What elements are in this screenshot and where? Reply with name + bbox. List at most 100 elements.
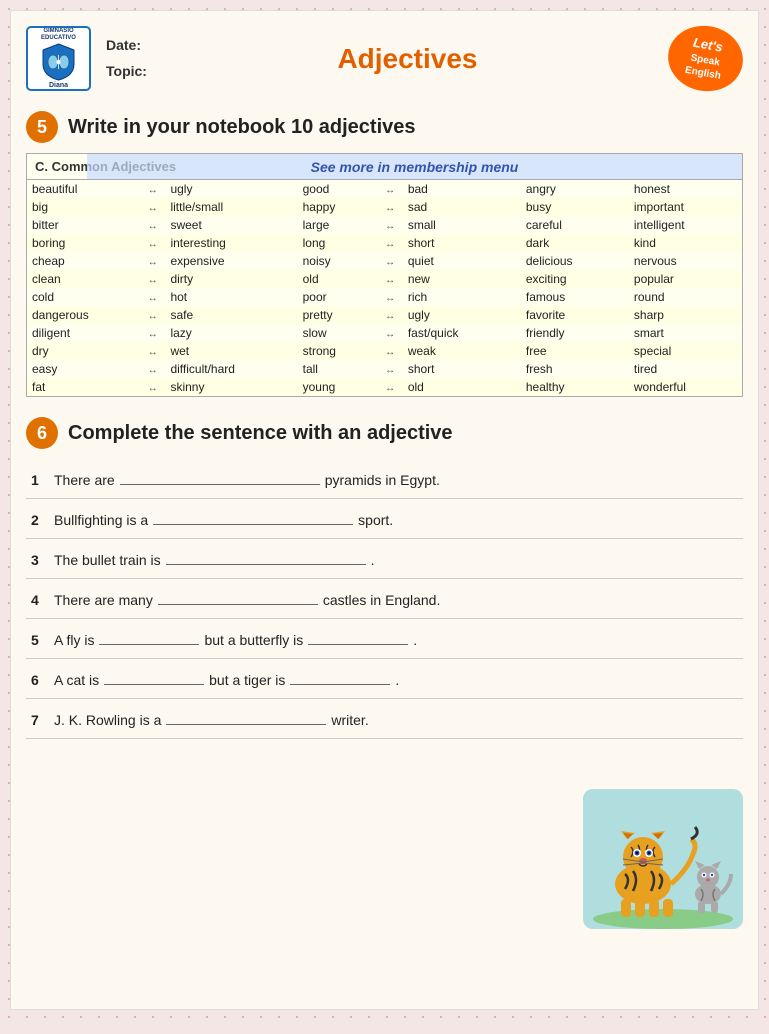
adj-word: new bbox=[403, 270, 516, 288]
table-row: boring↔interestinglong↔shortdarkkind bbox=[27, 234, 742, 252]
date-label: Date: bbox=[106, 33, 147, 58]
answer-blank[interactable] bbox=[99, 629, 199, 645]
adj-word: good bbox=[293, 180, 378, 198]
table-row: fat↔skinnyyoung↔oldhealthywonderful bbox=[27, 378, 742, 396]
arrow-icon: ↔ bbox=[140, 288, 165, 306]
exercise-item: 6A cat is but a tiger is . bbox=[26, 659, 743, 699]
arrow-icon: ↔ bbox=[140, 216, 165, 234]
section6-number: 6 bbox=[26, 417, 58, 449]
adj-word: interesting bbox=[165, 234, 292, 252]
adj-word: wonderful bbox=[629, 378, 742, 396]
adj-word: difficult/hard bbox=[165, 360, 292, 378]
table-row: easy↔difficult/hardtall↔shortfreshtired bbox=[27, 360, 742, 378]
adj-word: skinny bbox=[165, 378, 292, 396]
answer-blank[interactable] bbox=[153, 509, 353, 525]
adj-word: careful bbox=[516, 216, 629, 234]
adj-word: dry bbox=[27, 342, 140, 360]
logo-shield-icon bbox=[41, 42, 76, 82]
adj-word: busy bbox=[516, 198, 629, 216]
adj-word: tall bbox=[293, 360, 378, 378]
question-text-after: castles in England. bbox=[323, 592, 441, 608]
adj-word: dark bbox=[516, 234, 629, 252]
question-text-before: Bullfighting is a bbox=[54, 512, 148, 528]
question-text-before: A fly is bbox=[54, 632, 94, 648]
arrow-icon: ↔ bbox=[377, 180, 402, 198]
adj-word: strong bbox=[293, 342, 378, 360]
section6-header: 6 Complete the sentence with an adjectiv… bbox=[26, 417, 743, 449]
adj-word: tired bbox=[629, 360, 742, 378]
table-row: dry↔wetstrong↔weakfreespecial bbox=[27, 342, 742, 360]
adj-word: free bbox=[516, 342, 629, 360]
arrow-icon: ↔ bbox=[377, 324, 402, 342]
table-row: cheap↔expensivenoisy↔quietdeliciousnervo… bbox=[27, 252, 742, 270]
arrow-icon: ↔ bbox=[140, 378, 165, 396]
question-text-after: writer. bbox=[331, 712, 368, 728]
question-number: 2 bbox=[31, 512, 49, 528]
table-row: bitter↔sweetlarge↔smallcarefulintelligen… bbox=[27, 216, 742, 234]
adj-word: exciting bbox=[516, 270, 629, 288]
logo-top-text: GIMNASIOEDUCATIVO bbox=[41, 28, 76, 41]
question-text-after: . bbox=[371, 552, 375, 568]
adj-word: slow bbox=[293, 324, 378, 342]
question-text-before: J. K. Rowling is a bbox=[54, 712, 161, 728]
answer-blank-2[interactable] bbox=[308, 629, 408, 645]
question-number: 4 bbox=[31, 592, 49, 608]
table-row: cold↔hotpoor↔richfamousround bbox=[27, 288, 742, 306]
exercises-container: 1There are pyramids in Egypt.2Bullfighti… bbox=[26, 459, 743, 739]
answer-blank[interactable] bbox=[166, 549, 366, 565]
answer-blank-2[interactable] bbox=[290, 669, 390, 685]
answer-blank[interactable] bbox=[104, 669, 204, 685]
arrow-icon: ↔ bbox=[377, 342, 402, 360]
adj-word: ugly bbox=[403, 306, 516, 324]
adj-word: sad bbox=[403, 198, 516, 216]
adj-word: expensive bbox=[165, 252, 292, 270]
question-text-after: pyramids in Egypt. bbox=[325, 472, 440, 488]
tiger-container bbox=[583, 789, 743, 929]
adj-word: weak bbox=[403, 342, 516, 360]
table-row: dangerous↔safepretty↔uglyfavoritesharp bbox=[27, 306, 742, 324]
arrow-icon: ↔ bbox=[377, 270, 402, 288]
logo-name: Diana bbox=[49, 82, 68, 89]
adj-word: dangerous bbox=[27, 306, 140, 324]
lets-speak-badge: Let's Speak English bbox=[663, 20, 748, 97]
adj-word: nervous bbox=[629, 252, 742, 270]
adj-word: safe bbox=[165, 306, 292, 324]
question-text-after: . bbox=[413, 632, 417, 648]
exercise-item: 7J. K. Rowling is a writer. bbox=[26, 699, 743, 739]
adj-word: sharp bbox=[629, 306, 742, 324]
answer-blank[interactable] bbox=[166, 709, 326, 725]
adj-word: poor bbox=[293, 288, 378, 306]
arrow-icon: ↔ bbox=[377, 378, 402, 396]
adj-word: little/small bbox=[165, 198, 292, 216]
adj-word: diligent bbox=[27, 324, 140, 342]
adj-word: round bbox=[629, 288, 742, 306]
question-number: 3 bbox=[31, 552, 49, 568]
adj-word: young bbox=[293, 378, 378, 396]
table-row: diligent↔lazyslow↔fast/quickfriendlysmar… bbox=[27, 324, 742, 342]
adj-word: beautiful bbox=[27, 180, 140, 198]
adj-word: delicious bbox=[516, 252, 629, 270]
adj-word: friendly bbox=[516, 324, 629, 342]
adj-word: sweet bbox=[165, 216, 292, 234]
question-number: 6 bbox=[31, 672, 49, 688]
answer-blank[interactable] bbox=[120, 469, 320, 485]
table-row: beautiful↔uglygood↔badangryhonest bbox=[27, 180, 742, 198]
adj-word: short bbox=[403, 360, 516, 378]
adj-word: small bbox=[403, 216, 516, 234]
adj-word: ugly bbox=[165, 180, 292, 198]
adjectives-table: beautiful↔uglygood↔badangryhonestbig↔lit… bbox=[27, 180, 742, 396]
answer-blank[interactable] bbox=[158, 589, 318, 605]
adj-word: famous bbox=[516, 288, 629, 306]
question-text-before: The bullet train is bbox=[54, 552, 161, 568]
page-title: Adjectives bbox=[147, 43, 668, 75]
arrow-icon: ↔ bbox=[377, 252, 402, 270]
date-topic: Date: Topic: bbox=[106, 33, 147, 83]
adj-word: favorite bbox=[516, 306, 629, 324]
adj-word: quiet bbox=[403, 252, 516, 270]
question-text-before: There are bbox=[54, 472, 115, 488]
adj-word: pretty bbox=[293, 306, 378, 324]
adj-word: healthy bbox=[516, 378, 629, 396]
adj-word: smart bbox=[629, 324, 742, 342]
adj-word: clean bbox=[27, 270, 140, 288]
arrow-icon: ↔ bbox=[140, 234, 165, 252]
